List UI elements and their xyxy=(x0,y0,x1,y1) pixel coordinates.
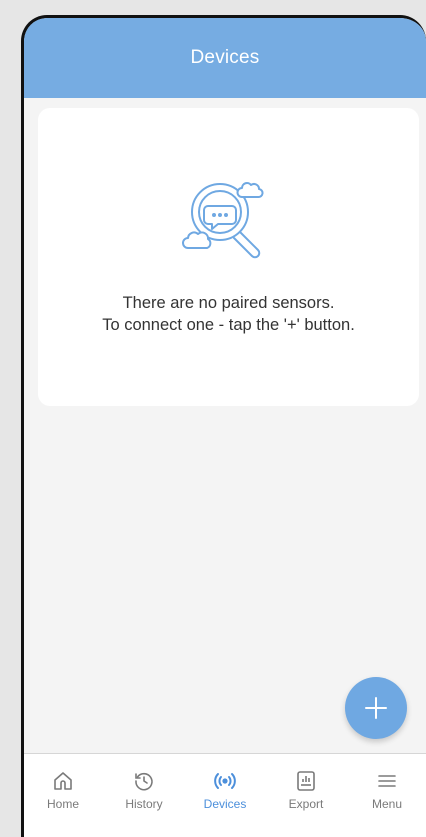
hamburger-menu-icon xyxy=(378,775,396,787)
empty-state-line-2: To connect one - tap the '+' button. xyxy=(102,316,355,334)
page-title: Devices xyxy=(190,47,260,68)
bottom-navigation: Home History Devices Export Menu xyxy=(24,753,426,837)
export-icon xyxy=(297,771,315,791)
search-chat-cloud-icon xyxy=(178,170,278,270)
add-device-button[interactable] xyxy=(345,677,407,739)
nav-label-export: Export xyxy=(288,797,324,811)
nav-item-export[interactable]: Export xyxy=(273,754,339,837)
app-screen: Devices There are no paired sensors. To … xyxy=(24,18,426,837)
nav-item-home[interactable]: Home xyxy=(30,754,96,837)
nav-label-history: History xyxy=(125,797,163,811)
nav-item-history[interactable]: History xyxy=(111,754,177,837)
plus-icon xyxy=(365,697,387,719)
phone-frame: Devices There are no paired sensors. To … xyxy=(21,15,426,837)
nav-item-devices[interactable]: Devices xyxy=(192,754,258,837)
empty-state-line-1: There are no paired sensors. xyxy=(122,294,335,312)
history-icon xyxy=(135,772,153,791)
empty-state-card: There are no paired sensors. To connect … xyxy=(38,108,419,406)
home-icon xyxy=(54,772,72,790)
nav-item-menu[interactable]: Menu xyxy=(354,754,420,837)
app-header: Devices xyxy=(24,18,426,98)
nav-label-devices: Devices xyxy=(203,797,247,811)
nav-label-menu: Menu xyxy=(371,797,403,811)
nav-label-home: Home xyxy=(46,797,79,811)
empty-state-message: There are no paired sensors. To connect … xyxy=(38,292,419,336)
broadcast-icon xyxy=(214,773,236,789)
